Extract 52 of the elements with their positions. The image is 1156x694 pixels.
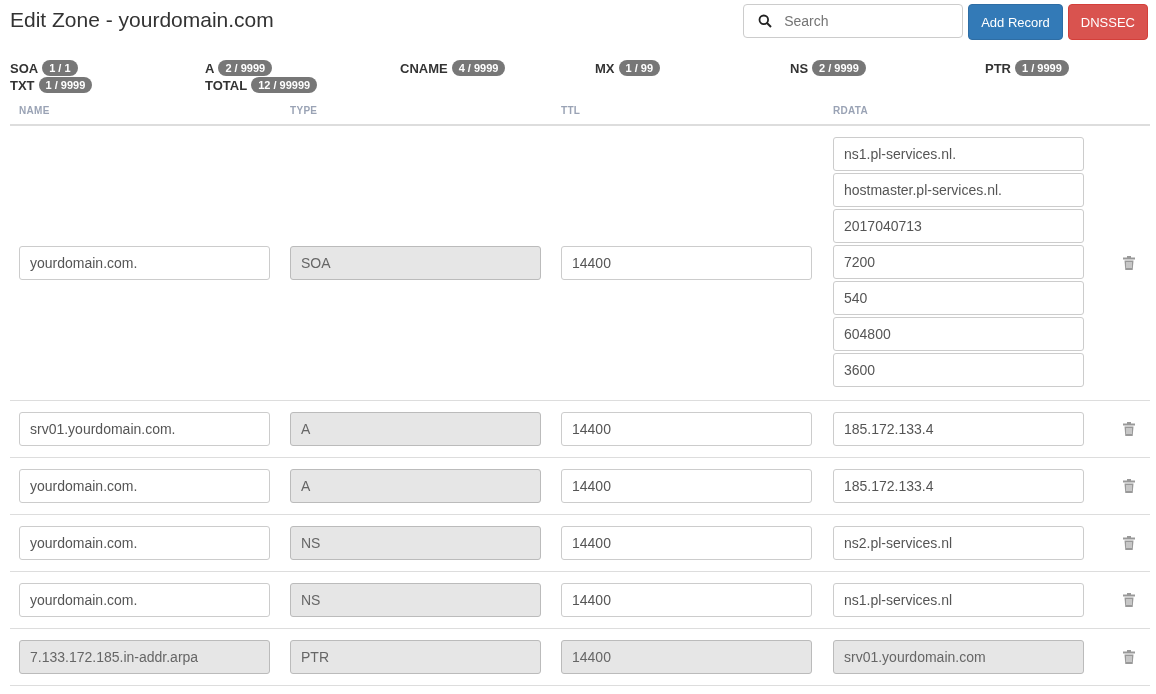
count-badge: 1 / 9999 xyxy=(38,77,93,93)
record-type-label: NS xyxy=(790,60,809,76)
delete-icon[interactable] xyxy=(1123,650,1135,664)
search-field[interactable]: Search xyxy=(743,4,964,38)
rdata-field[interactable]: 3600 xyxy=(833,353,1084,387)
delete-icon[interactable] xyxy=(1123,536,1135,550)
count-badge: 1 / 99 xyxy=(618,60,661,76)
rdata-field[interactable]: 185.172.133.4 xyxy=(833,412,1084,446)
name-field[interactable]: yourdomain.com. xyxy=(19,526,270,560)
count-badge: 4 / 9999 xyxy=(451,60,506,76)
count-badge: 2 / 9999 xyxy=(812,60,866,76)
column-header: RDATA xyxy=(833,105,869,116)
name-field[interactable]: yourdomain.com. xyxy=(19,469,270,503)
count-badge: 1 / 1 xyxy=(42,60,78,76)
rdata-field[interactable]: ns1.pl-services.nl xyxy=(833,583,1084,617)
rdata-field[interactable]: 7200 xyxy=(833,245,1084,279)
delete-icon[interactable] xyxy=(1123,593,1135,607)
rdata-field[interactable]: hostmaster.pl-services.nl. xyxy=(833,173,1084,207)
record-type-label: PTR xyxy=(985,60,1011,76)
record-type-label: MX xyxy=(595,60,615,76)
action-button[interactable]: Add Record xyxy=(968,4,1063,40)
search-icon xyxy=(758,14,773,28)
action-button[interactable]: DNSSEC xyxy=(1067,4,1148,40)
count-badge: 12 / 99999 xyxy=(251,77,318,93)
rdata-field[interactable]: 185.172.133.4 xyxy=(833,469,1084,503)
ttl-field[interactable]: 14400 xyxy=(561,526,812,560)
rdata-field[interactable]: 2017040713 xyxy=(833,209,1084,243)
delete-icon[interactable] xyxy=(1123,479,1135,493)
name-field[interactable]: srv01.yourdomain.com. xyxy=(19,412,270,446)
rdata-field[interactable]: ns2.pl-services.nl xyxy=(833,526,1084,560)
delete-icon[interactable] xyxy=(1123,422,1135,436)
ttl-field[interactable]: 14400 xyxy=(561,412,812,446)
record-type-label: TOTAL xyxy=(205,77,248,93)
rdata-field[interactable]: ns1.pl-services.nl. xyxy=(833,137,1084,171)
ttl-field[interactable]: 14400 xyxy=(561,583,812,617)
column-header: TYPE xyxy=(290,105,319,116)
count-badge: 1 / 9999 xyxy=(1015,60,1069,76)
rdata-field[interactable]: 540 xyxy=(833,281,1084,315)
rdata-field[interactable]: 604800 xyxy=(833,317,1084,351)
name-field[interactable]: yourdomain.com. xyxy=(19,583,270,617)
ttl-field[interactable]: 14400 xyxy=(561,246,812,280)
page-title: Edit Zone - yourdomain.com xyxy=(10,8,274,32)
record-type-label: TXT xyxy=(10,77,35,93)
count-badge: 2 / 9999 xyxy=(218,60,273,76)
ttl-field[interactable]: 14400 xyxy=(561,469,812,503)
column-header: TTL xyxy=(561,105,582,116)
column-header: NAME xyxy=(19,105,51,116)
record-type-label: SOA xyxy=(10,60,39,76)
name-field[interactable]: yourdomain.com. xyxy=(19,246,270,280)
record-type-label: CNAME xyxy=(400,60,448,76)
record-type-label: A xyxy=(205,60,215,76)
delete-icon[interactable] xyxy=(1123,256,1135,270)
